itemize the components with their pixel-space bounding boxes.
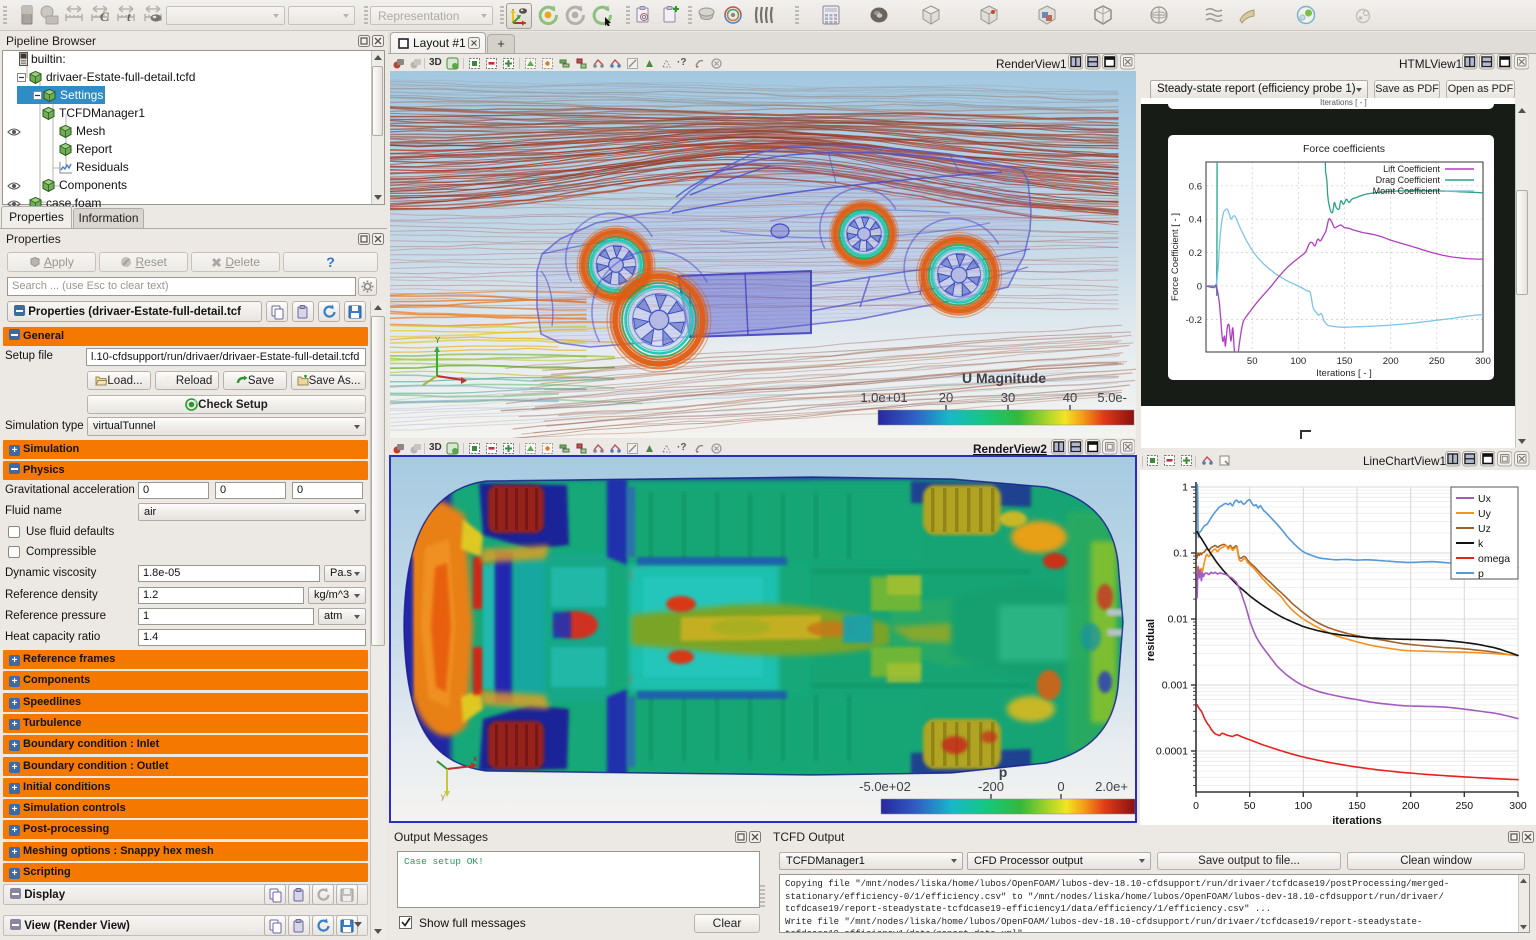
svg-text:0.6: 0.6 — [1189, 181, 1202, 192]
svg-text:Y: Y — [435, 336, 441, 345]
svg-text:Lift Coefficient: Lift Coefficient — [1383, 164, 1440, 174]
svg-text:0: 0 — [1057, 779, 1064, 794]
svg-text:0.0001: 0.0001 — [1156, 746, 1188, 758]
svg-text:Iterations [ - ]: Iterations [ - ] — [1316, 368, 1371, 379]
svg-text:250: 250 — [1456, 800, 1474, 812]
svg-text:50: 50 — [1247, 356, 1258, 367]
svg-text:250: 250 — [1429, 356, 1445, 367]
svg-text:-0.2: -0.2 — [1186, 315, 1202, 326]
svg-text:2.0e+: 2.0e+ — [1095, 779, 1128, 794]
svg-text:0: 0 — [1197, 282, 1202, 293]
svg-text:5.0e-: 5.0e- — [1097, 390, 1127, 405]
svg-text:Ux: Ux — [1478, 493, 1492, 505]
svg-text:300: 300 — [1509, 800, 1527, 812]
svg-text:0.001: 0.001 — [1162, 680, 1188, 692]
svg-text:residual: residual — [1145, 619, 1157, 661]
svg-text:omega: omega — [1478, 553, 1510, 565]
svg-text:1.0e+01: 1.0e+01 — [860, 390, 907, 405]
svg-text:40: 40 — [1063, 390, 1077, 405]
svg-text:p: p — [999, 764, 1008, 780]
svg-text:0.2: 0.2 — [1189, 248, 1202, 259]
svg-text:100: 100 — [1295, 800, 1313, 812]
svg-text:x: x — [473, 754, 477, 763]
svg-text:50: 50 — [1244, 800, 1256, 812]
svg-text:Uz: Uz — [1478, 523, 1491, 535]
svg-text:150: 150 — [1337, 356, 1353, 367]
svg-text:30: 30 — [1001, 390, 1015, 405]
svg-text:200: 200 — [1383, 356, 1399, 367]
svg-text:0: 0 — [1193, 800, 1199, 812]
svg-text:k: k — [1478, 538, 1484, 550]
svg-text:y: y — [441, 792, 445, 801]
svg-text:150: 150 — [1348, 800, 1366, 812]
svg-text:Force coefficients: Force coefficients — [1303, 143, 1385, 155]
svg-text:1: 1 — [1182, 482, 1188, 494]
svg-text:300: 300 — [1475, 356, 1491, 367]
svg-text:t: t — [127, 9, 131, 24]
svg-text:Force Coefficient [ - ]: Force Coefficient [ - ] — [1170, 213, 1181, 301]
svg-text:200: 200 — [1402, 800, 1420, 812]
svg-text:20: 20 — [939, 390, 953, 405]
svg-text:0.01: 0.01 — [1168, 614, 1189, 626]
svg-text:U Magnitude: U Magnitude — [962, 370, 1046, 386]
svg-text:100: 100 — [1290, 356, 1306, 367]
svg-text:-200: -200 — [978, 779, 1004, 794]
svg-text:iterations: iterations — [1332, 815, 1382, 825]
svg-text:Momt Coefficient: Momt Coefficient — [1373, 186, 1441, 196]
svg-text:C: C — [100, 9, 109, 24]
svg-text:Uy: Uy — [1478, 508, 1492, 520]
svg-text:p: p — [1478, 568, 1484, 580]
svg-text:0.1: 0.1 — [1173, 548, 1188, 560]
svg-text:Drag Coefficient: Drag Coefficient — [1376, 175, 1441, 185]
svg-text:0.4: 0.4 — [1189, 215, 1202, 226]
svg-text:-5.0e+02: -5.0e+02 — [859, 779, 911, 794]
